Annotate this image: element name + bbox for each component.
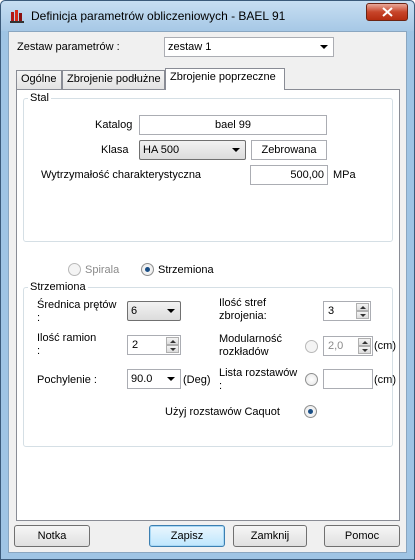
zones-label: Ilość stref zbrojenia:: [219, 297, 267, 322]
tab-transverse[interactable]: Zbrojenie poprzeczne: [165, 68, 285, 90]
modularity-unit: (cm): [374, 340, 396, 352]
modularity-radio[interactable]: [305, 340, 318, 353]
diameter-select[interactable]: 6: [127, 301, 181, 321]
close-window-button[interactable]: [366, 3, 408, 21]
stirrups-radio[interactable]: [141, 263, 154, 276]
help-button[interactable]: Pomoc: [324, 525, 400, 547]
spin-down-icon[interactable]: [358, 346, 371, 354]
inclination-select[interactable]: 90.0: [127, 369, 181, 389]
caquot-label: Użyj rozstawów Caquot: [165, 406, 280, 418]
spin-up-icon[interactable]: [356, 303, 369, 311]
spacing-list-radio[interactable]: [305, 373, 318, 386]
chevron-down-icon: [167, 309, 175, 313]
strength-label: Wytrzymałość charakterystyczna: [41, 169, 202, 181]
spin-down-icon[interactable]: [166, 345, 179, 353]
chevron-down-icon: [232, 148, 240, 152]
diameter-label: Średnica prętów :: [37, 299, 117, 324]
spin-up-icon[interactable]: [358, 338, 371, 346]
param-set-select[interactable]: zestaw 1: [164, 37, 334, 57]
inclination-label: Pochylenie :: [37, 374, 97, 386]
ribbed-field[interactable]: Zebrowana: [251, 140, 327, 160]
param-set-label: Zestaw parametrów :: [17, 41, 120, 53]
legs-label: Ilość ramion :: [37, 332, 97, 357]
caquot-radio[interactable]: [304, 405, 317, 418]
spacing-list-unit: (cm): [374, 374, 396, 386]
title-bar[interactable]: Definicja parametrów obliczeniowych - BA…: [1, 1, 414, 31]
modularity-spinner[interactable]: 2,0: [323, 336, 373, 356]
spacing-list-label: Lista rozstawów :: [219, 367, 298, 392]
class-label: Klasa: [101, 144, 129, 156]
spiral-label: Spirala: [85, 264, 120, 276]
steel-group-title: Stal: [28, 92, 51, 104]
spiral-radio[interactable]: [68, 263, 81, 276]
zones-spinner[interactable]: 3: [323, 301, 371, 321]
strength-unit: MPa: [333, 169, 356, 181]
chevron-down-icon: [167, 377, 175, 381]
notes-button[interactable]: Notka: [14, 525, 90, 547]
tab-general[interactable]: Ogólne: [16, 70, 62, 89]
close-icon: [382, 7, 393, 17]
spacing-list-field[interactable]: [323, 369, 373, 389]
close-button[interactable]: Zamknij: [233, 525, 307, 547]
spin-down-icon[interactable]: [356, 311, 369, 319]
window-title: Definicja parametrów obliczeniowych - BA…: [31, 9, 286, 23]
tab-longitudinal[interactable]: Zbrojenie podłużne: [62, 70, 165, 89]
class-select[interactable]: HA 500: [139, 140, 246, 160]
stirrups-group-title: Strzemiona: [28, 281, 88, 293]
save-button[interactable]: Zapisz: [149, 525, 225, 547]
dialog-window: Definicja parametrów obliczeniowych - BA…: [0, 0, 415, 560]
catalog-field[interactable]: bael 99: [139, 115, 327, 135]
legs-spinner[interactable]: 2: [127, 335, 181, 355]
tab-panel-transverse: Stal Katalog bael 99 Klasa HA 500 Zebrow…: [16, 89, 400, 521]
inclination-unit: (Deg): [183, 374, 211, 386]
spin-up-icon[interactable]: [166, 337, 179, 345]
app-icon: [10, 10, 24, 23]
chevron-down-icon: [320, 45, 328, 49]
dialog-body: Zestaw parametrów : zestaw 1 Ogólne Zbro…: [8, 31, 407, 553]
strength-field[interactable]: 500,00: [250, 165, 328, 185]
stirrups-type-label: Strzemiona: [158, 264, 214, 276]
modularity-label: Modularność rozkładów: [219, 333, 282, 358]
catalog-label: Katalog: [95, 119, 133, 131]
